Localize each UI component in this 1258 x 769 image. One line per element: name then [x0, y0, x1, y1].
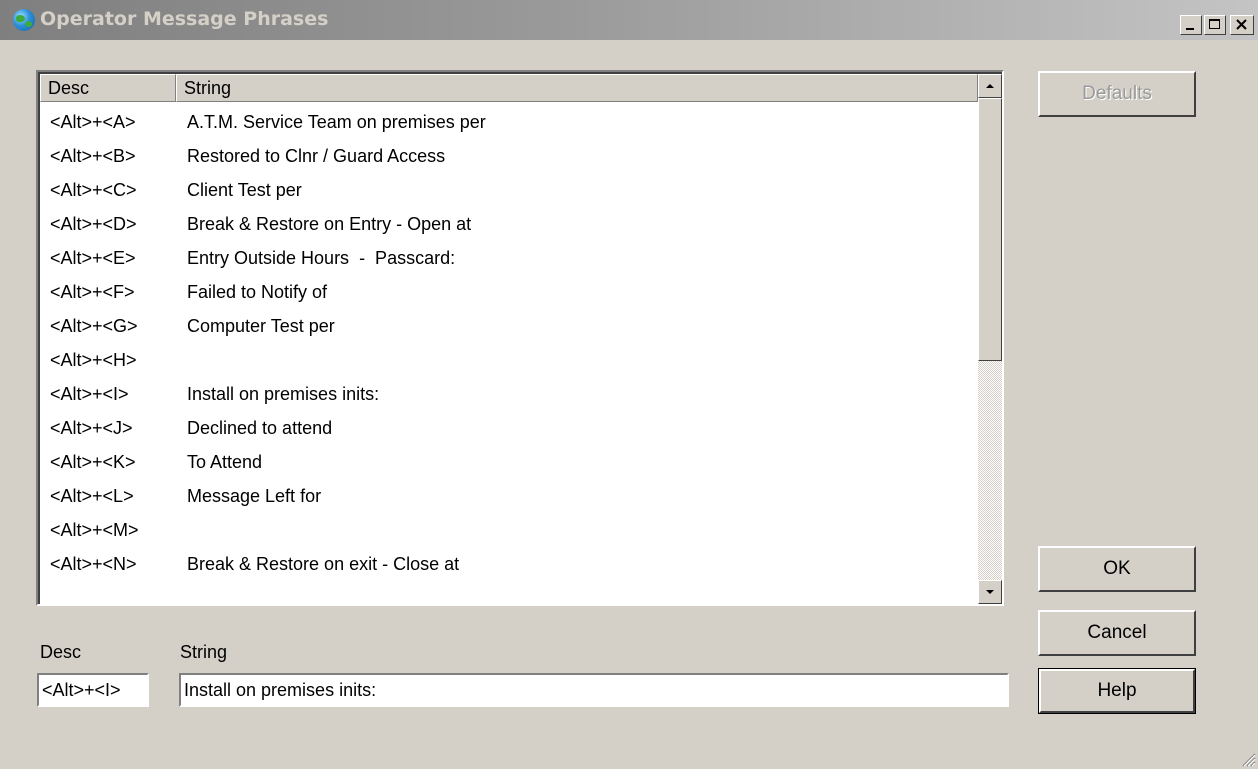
scroll-down-button[interactable] — [978, 580, 1002, 604]
cancel-button[interactable]: Cancel — [1038, 610, 1196, 656]
list-row[interactable]: <Alt>+<N> Break & Restore on exit - Close… — [40, 547, 978, 581]
scroll-thumb[interactable] — [978, 98, 1002, 361]
row-desc: <Alt>+<B> — [50, 146, 136, 166]
row-string: A.T.M. Service Team on premises per — [187, 112, 486, 132]
vertical-scrollbar[interactable] — [978, 74, 1002, 604]
row-string: Declined to attend — [187, 418, 333, 438]
list-rows: <Alt>+<A> A.T.M. Service Team on premises… — [40, 105, 978, 581]
arrow-down-icon — [986, 590, 994, 594]
row-string: Entry Outside Hours - Passcard: — [187, 248, 456, 268]
row-string: Message Left for — [187, 486, 322, 506]
row-desc: <Alt>+<J> — [50, 418, 133, 438]
row-desc: <Alt>+<I> — [50, 384, 129, 404]
row-string: Client Test per — [187, 180, 302, 200]
list-header: Desc String — [40, 74, 978, 102]
row-string: Break & Restore on exit - Close at — [187, 554, 460, 574]
window-title: Operator Message Phrases — [40, 8, 329, 30]
row-string: Break & Restore on Entry - Open at — [187, 214, 472, 234]
row-string: Install on premises inits: — [187, 384, 380, 404]
close-button[interactable] — [1230, 15, 1254, 35]
maximize-button[interactable] — [1204, 15, 1226, 35]
list-row[interactable]: <Alt>+<G> Computer Test per — [40, 309, 978, 343]
row-desc: <Alt>+<H> — [50, 350, 137, 370]
desc-field[interactable]: <Alt>+<I> — [37, 673, 149, 707]
row-string: Restored to Clnr / Guard Access — [187, 146, 446, 166]
maximize-icon — [1209, 19, 1220, 29]
minimize-button[interactable] — [1180, 15, 1202, 35]
defaults-button[interactable]: Defaults — [1038, 71, 1196, 117]
arrow-up-icon — [986, 84, 994, 88]
list-row[interactable]: <Alt>+<H> — [40, 343, 978, 377]
list-row[interactable]: <Alt>+<I> Install on premises inits: — [40, 377, 978, 411]
ok-button[interactable]: OK — [1038, 546, 1196, 592]
resize-grip-icon[interactable] — [1240, 751, 1256, 767]
string-label: String — [180, 642, 228, 662]
row-desc: <Alt>+<L> — [50, 486, 134, 506]
row-desc: <Alt>+<C> — [50, 180, 137, 200]
column-header-string[interactable]: String — [176, 74, 978, 102]
list-row[interactable]: <Alt>+<L> Message Left for — [40, 479, 978, 513]
row-string: Computer Test per — [187, 316, 335, 336]
list-row[interactable]: <Alt>+<J> Declined to attend — [40, 411, 978, 445]
minimize-icon — [1186, 28, 1194, 30]
list-row[interactable]: <Alt>+<E> Entry Outside Hours - Passcard: — [40, 241, 978, 275]
list-row[interactable]: <Alt>+<B> Restored to Clnr / Guard Access — [40, 139, 978, 173]
title-bar[interactable]: Operator Message Phrases — [0, 0, 1258, 40]
scroll-up-button[interactable] — [978, 74, 1002, 98]
list-row[interactable]: <Alt>+<K> To Attend — [40, 445, 978, 479]
row-desc: <Alt>+<E> — [50, 248, 136, 268]
row-desc: <Alt>+<M> — [50, 520, 139, 540]
row-desc: <Alt>+<F> — [50, 282, 135, 302]
row-desc: <Alt>+<A> — [50, 112, 136, 132]
list-row[interactable]: <Alt>+<A> A.T.M. Service Team on premises… — [40, 105, 978, 139]
row-desc: <Alt>+<D> — [50, 214, 137, 234]
row-desc: <Alt>+<N> — [50, 554, 137, 574]
help-button[interactable]: Help — [1038, 668, 1196, 714]
row-string: Failed to Notify of — [187, 282, 328, 302]
list-row[interactable]: <Alt>+<F> Failed to Notify of — [40, 275, 978, 309]
row-string: To Attend — [187, 452, 263, 472]
close-icon — [1236, 19, 1247, 30]
phrase-list[interactable]: Desc String <Alt>+<A> A.T.M. Service Team… — [36, 70, 1004, 606]
string-field[interactable]: Install on premises inits: — [179, 673, 1009, 707]
column-header-desc[interactable]: Desc — [40, 74, 176, 102]
row-desc: <Alt>+<K> — [50, 452, 136, 472]
list-row[interactable]: <Alt>+<D> Break & Restore on Entry - Open… — [40, 207, 978, 241]
row-desc: <Alt>+<G> — [50, 316, 138, 336]
globe-icon[interactable] — [13, 9, 35, 31]
list-row[interactable]: <Alt>+<C> Client Test per — [40, 173, 978, 207]
list-row[interactable]: <Alt>+<M> — [40, 513, 978, 547]
desc-label: Desc — [40, 642, 82, 662]
